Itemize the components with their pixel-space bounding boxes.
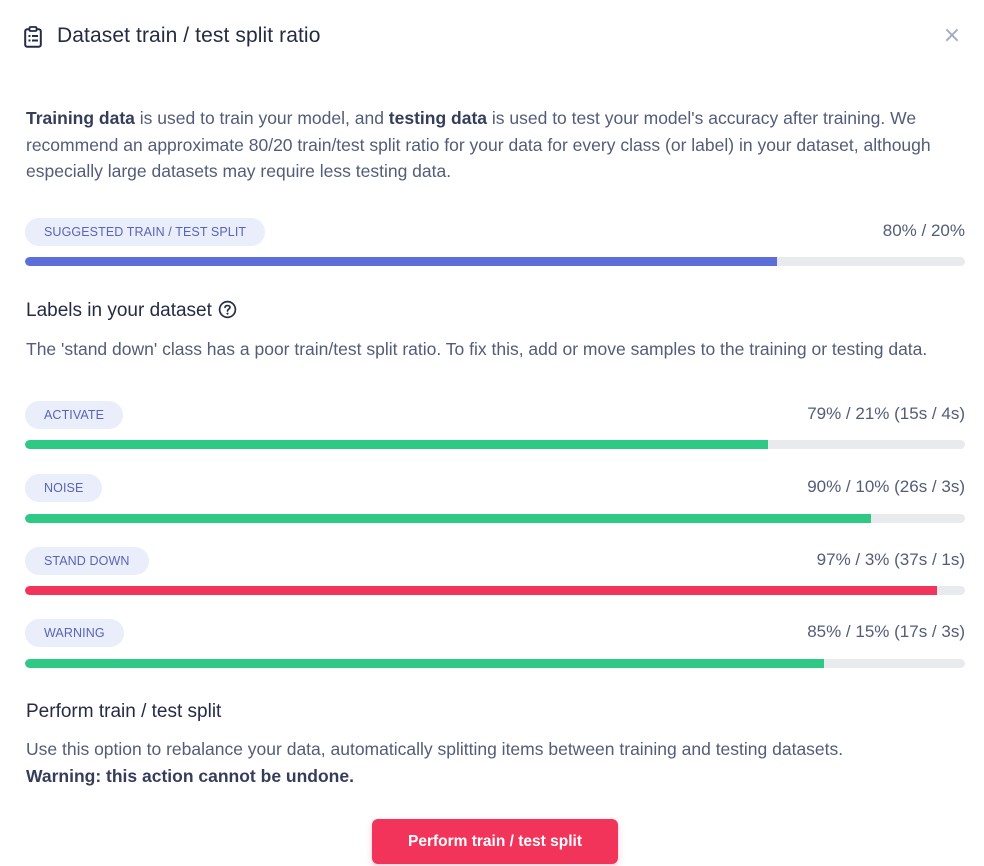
modal-title: Dataset train / test split ratio	[57, 24, 321, 47]
intro-text-2: is used to train your model, and	[134, 108, 389, 128]
suggested-split-badge: SUGGESTED TRAIN / TEST SPLIT	[25, 218, 266, 246]
label-bar	[25, 659, 965, 668]
label-badge: STAND DOWN	[25, 547, 149, 575]
suggested-split-bar	[25, 257, 965, 266]
label-bar-fill	[25, 659, 824, 668]
intro-testing-data: testing data	[388, 108, 488, 128]
label-bar-fill	[25, 514, 871, 523]
suggested-split-bar-fill	[25, 257, 777, 266]
label-badge: NOISE	[25, 474, 103, 502]
label-bar	[25, 514, 965, 523]
close-icon[interactable]: ×	[942, 25, 962, 47]
label-bar	[25, 440, 965, 449]
labels-section-title: Labels in your dataset	[26, 300, 237, 322]
label-bar	[25, 586, 965, 595]
perform-section-title: Perform train / test split	[26, 701, 222, 722]
intro-training-data: Training data	[26, 108, 135, 128]
clipboard-icon	[24, 26, 42, 48]
question-circle-icon[interactable]	[218, 300, 237, 319]
label-badge: WARNING	[25, 619, 124, 647]
perform-warning: Warning: this action cannot be undone.	[26, 766, 354, 786]
label-ratio: 79% / 21% (15s / 4s)	[807, 404, 965, 423]
label-bar-fill	[25, 440, 768, 449]
labels-section-title-text: Labels in your dataset	[26, 300, 212, 321]
suggested-split-ratio: 80% / 20%	[882, 221, 965, 240]
split-ratio-modal: Dataset train / test split ratio × Train…	[0, 0, 984, 866]
label-ratio: 90% / 10% (26s / 3s)	[807, 477, 965, 496]
split-warning-message: The 'stand down' class has a poor train/…	[26, 339, 928, 359]
intro-text: Training data is used to train your mode…	[26, 105, 966, 185]
perform-description-text: Use this option to rebalance your data, …	[26, 739, 844, 759]
label-ratio: 85% / 15% (17s / 3s)	[807, 622, 965, 641]
label-badge: ACTIVATE	[25, 401, 124, 429]
perform-description: Use this option to rebalance your data, …	[26, 736, 956, 790]
modal-header: Dataset train / test split ratio ×	[0, 0, 984, 76]
perform-split-button[interactable]: Perform train / test split	[372, 819, 618, 864]
label-bar-fill	[25, 586, 937, 595]
label-ratio: 97% / 3% (37s / 1s)	[816, 550, 965, 569]
